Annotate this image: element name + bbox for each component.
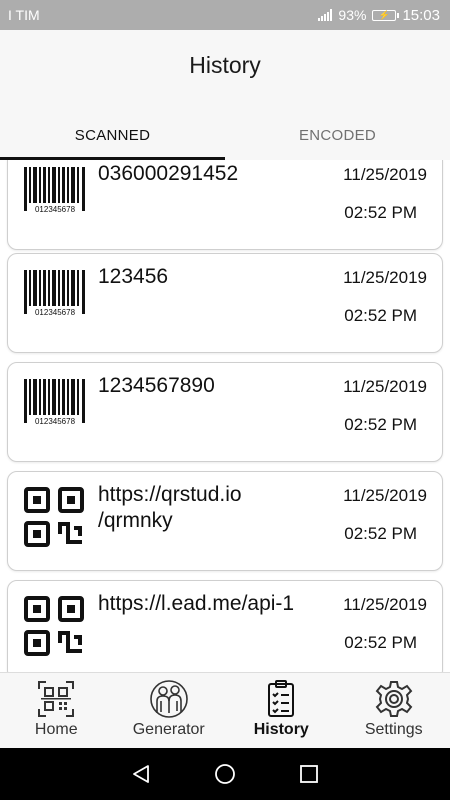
home-circle-icon[interactable] bbox=[214, 763, 236, 785]
nav-label: Settings bbox=[364, 721, 423, 738]
history-item[interactable]: 012345678 1234567890 11/25/2019 02:52 PM bbox=[7, 362, 443, 462]
nav-generator[interactable]: Generator bbox=[113, 673, 226, 748]
back-icon[interactable] bbox=[130, 763, 152, 785]
item-value: 036000291452 bbox=[98, 162, 239, 185]
people-icon bbox=[149, 680, 188, 718]
nav-label: Generator bbox=[132, 721, 205, 738]
barcode-digits: 012345678 bbox=[35, 308, 76, 317]
nav-settings[interactable]: Settings bbox=[338, 673, 450, 748]
qr-code-icon bbox=[24, 487, 84, 547]
barcode-icon: 012345678 bbox=[24, 167, 85, 214]
item-value: 1234567890 bbox=[98, 374, 215, 397]
nav-home[interactable]: Home bbox=[0, 673, 113, 748]
recents-square-icon[interactable] bbox=[298, 763, 320, 785]
barcode-digits: 012345678 bbox=[35, 205, 76, 214]
item-value: 123456 bbox=[98, 265, 169, 288]
carrier-label: I TIM bbox=[8, 7, 40, 23]
item-time: 02:52 PM bbox=[344, 306, 417, 325]
item-date: 11/25/2019 bbox=[343, 595, 427, 614]
status-indicators: 93% ⚡ 15:03 bbox=[318, 7, 440, 24]
item-time: 02:52 PM bbox=[344, 524, 417, 543]
page-title: History bbox=[189, 52, 261, 78]
item-time: 02:52 PM bbox=[344, 415, 417, 434]
system-nav-bar bbox=[0, 748, 450, 800]
gear-icon bbox=[375, 681, 413, 717]
item-time: 02:52 PM bbox=[344, 633, 417, 652]
battery-icon: ⚡ bbox=[372, 9, 400, 21]
tab-encoded[interactable]: ENCODED bbox=[225, 110, 450, 160]
qr-scan-icon bbox=[38, 681, 75, 717]
signal-icon bbox=[318, 9, 333, 21]
nav-history[interactable]: History bbox=[225, 673, 338, 748]
tab-scanned[interactable]: SCANNED bbox=[0, 110, 225, 160]
item-date: 11/25/2019 bbox=[343, 486, 427, 505]
status-time: 15:03 bbox=[402, 6, 440, 24]
battery-percent: 93% bbox=[338, 7, 367, 23]
item-value: https://l.ead.me/api-1 bbox=[98, 592, 295, 615]
item-value: https://qrstud.io /qrmnky bbox=[98, 483, 242, 532]
qr-code-icon bbox=[24, 596, 84, 656]
status-bar: I TIM 93% ⚡ 15:03 bbox=[0, 0, 450, 30]
tab-bar: SCANNED ENCODED bbox=[0, 110, 450, 160]
item-time: 02:52 PM bbox=[344, 203, 417, 222]
clipboard-checklist-icon bbox=[268, 680, 295, 717]
history-item[interactable]: https://qrstud.io /qrmnky 11/25/2019 02:… bbox=[7, 471, 443, 571]
history-item[interactable]: https://l.ead.me/api-1 11/25/2019 02:52 … bbox=[7, 580, 443, 672]
item-date: 11/25/2019 bbox=[343, 268, 427, 287]
history-item[interactable]: 012345678 123456 11/25/2019 02:52 PM bbox=[7, 253, 443, 353]
item-date: 11/25/2019 bbox=[343, 165, 427, 184]
nav-label: History bbox=[253, 721, 309, 738]
history-list[interactable]: 012345678 036000291452 11/25/2019 02:52 … bbox=[0, 160, 450, 672]
barcode-icon: 012345678 bbox=[24, 270, 85, 317]
app-bar: History SCANNED ENCODED bbox=[0, 30, 450, 160]
barcode-digits: 012345678 bbox=[35, 417, 76, 426]
nav-label: Home bbox=[34, 721, 78, 738]
item-date: 11/25/2019 bbox=[343, 377, 427, 396]
history-item[interactable]: 012345678 036000291452 11/25/2019 02:52 … bbox=[7, 160, 443, 250]
bottom-nav: Home Generator History Settings bbox=[0, 672, 450, 748]
barcode-icon: 012345678 bbox=[24, 379, 85, 426]
history-screen: I TIM 93% ⚡ 15:03 History SCANNED ENCODE… bbox=[0, 0, 450, 800]
